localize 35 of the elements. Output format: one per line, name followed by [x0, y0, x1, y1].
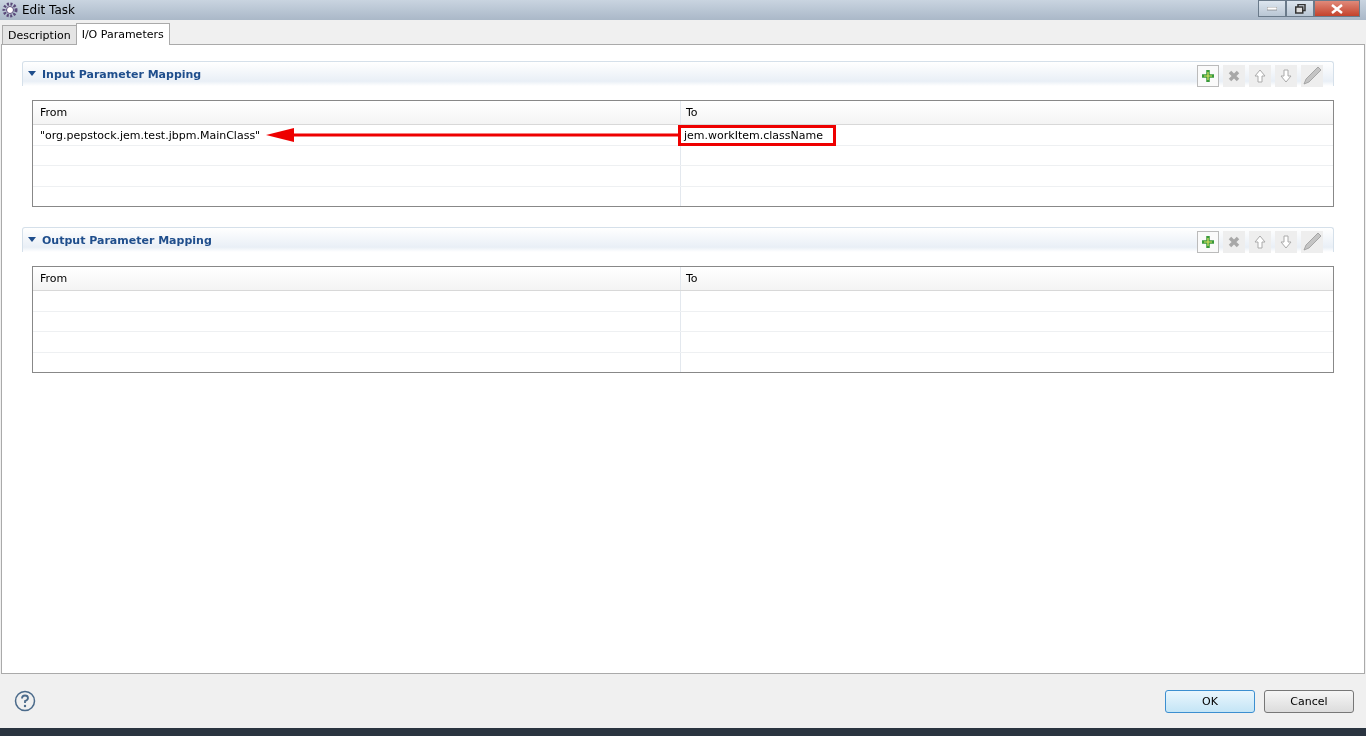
column-header[interactable]: To [681, 267, 1333, 290]
triangle-icon [28, 71, 36, 77]
table-cell: "org.pepstock.jem.test.jbpm.MainClass" [40, 129, 261, 142]
tab[interactable]: Description [2, 25, 77, 44]
close-button[interactable] [1314, 0, 1360, 17]
question-mark-icon [14, 690, 36, 712]
window-title: Edit Task [22, 3, 75, 17]
ok-button[interactable]: OK [1165, 689, 1255, 713]
x-icon [1228, 236, 1240, 248]
column-header[interactable]: From [33, 267, 681, 290]
section-toggle[interactable]: Input Parameter Mapping [23, 67, 202, 81]
add-button[interactable] [1197, 65, 1219, 87]
section-toggle[interactable]: Output Parameter Mapping [23, 233, 212, 247]
plus-icon [1201, 235, 1215, 249]
cancel-button[interactable]: Cancel [1264, 689, 1354, 713]
x-icon [1228, 70, 1240, 82]
column-header[interactable]: To [681, 101, 1333, 124]
minimize-icon [1267, 6, 1277, 11]
add-button[interactable] [1197, 231, 1219, 253]
tab[interactable]: I/O Parameters [75, 23, 170, 45]
pencil-icon [1302, 232, 1322, 252]
triangle-icon [28, 237, 36, 243]
gear-icon [2, 2, 18, 18]
column-header[interactable]: From [33, 101, 681, 124]
close-icon [1331, 3, 1343, 14]
up-arrow-icon [1254, 69, 1266, 83]
help-button[interactable] [14, 690, 36, 712]
plus-icon [1201, 69, 1215, 83]
up-arrow-icon [1254, 235, 1266, 249]
table-cell: jem.workItem.className [678, 125, 836, 146]
down-arrow-icon [1280, 69, 1292, 83]
down-arrow-icon [1280, 235, 1292, 249]
restore-button[interactable] [1286, 0, 1314, 17]
restore-icon [1294, 3, 1306, 14]
pencil-icon [1302, 66, 1322, 86]
